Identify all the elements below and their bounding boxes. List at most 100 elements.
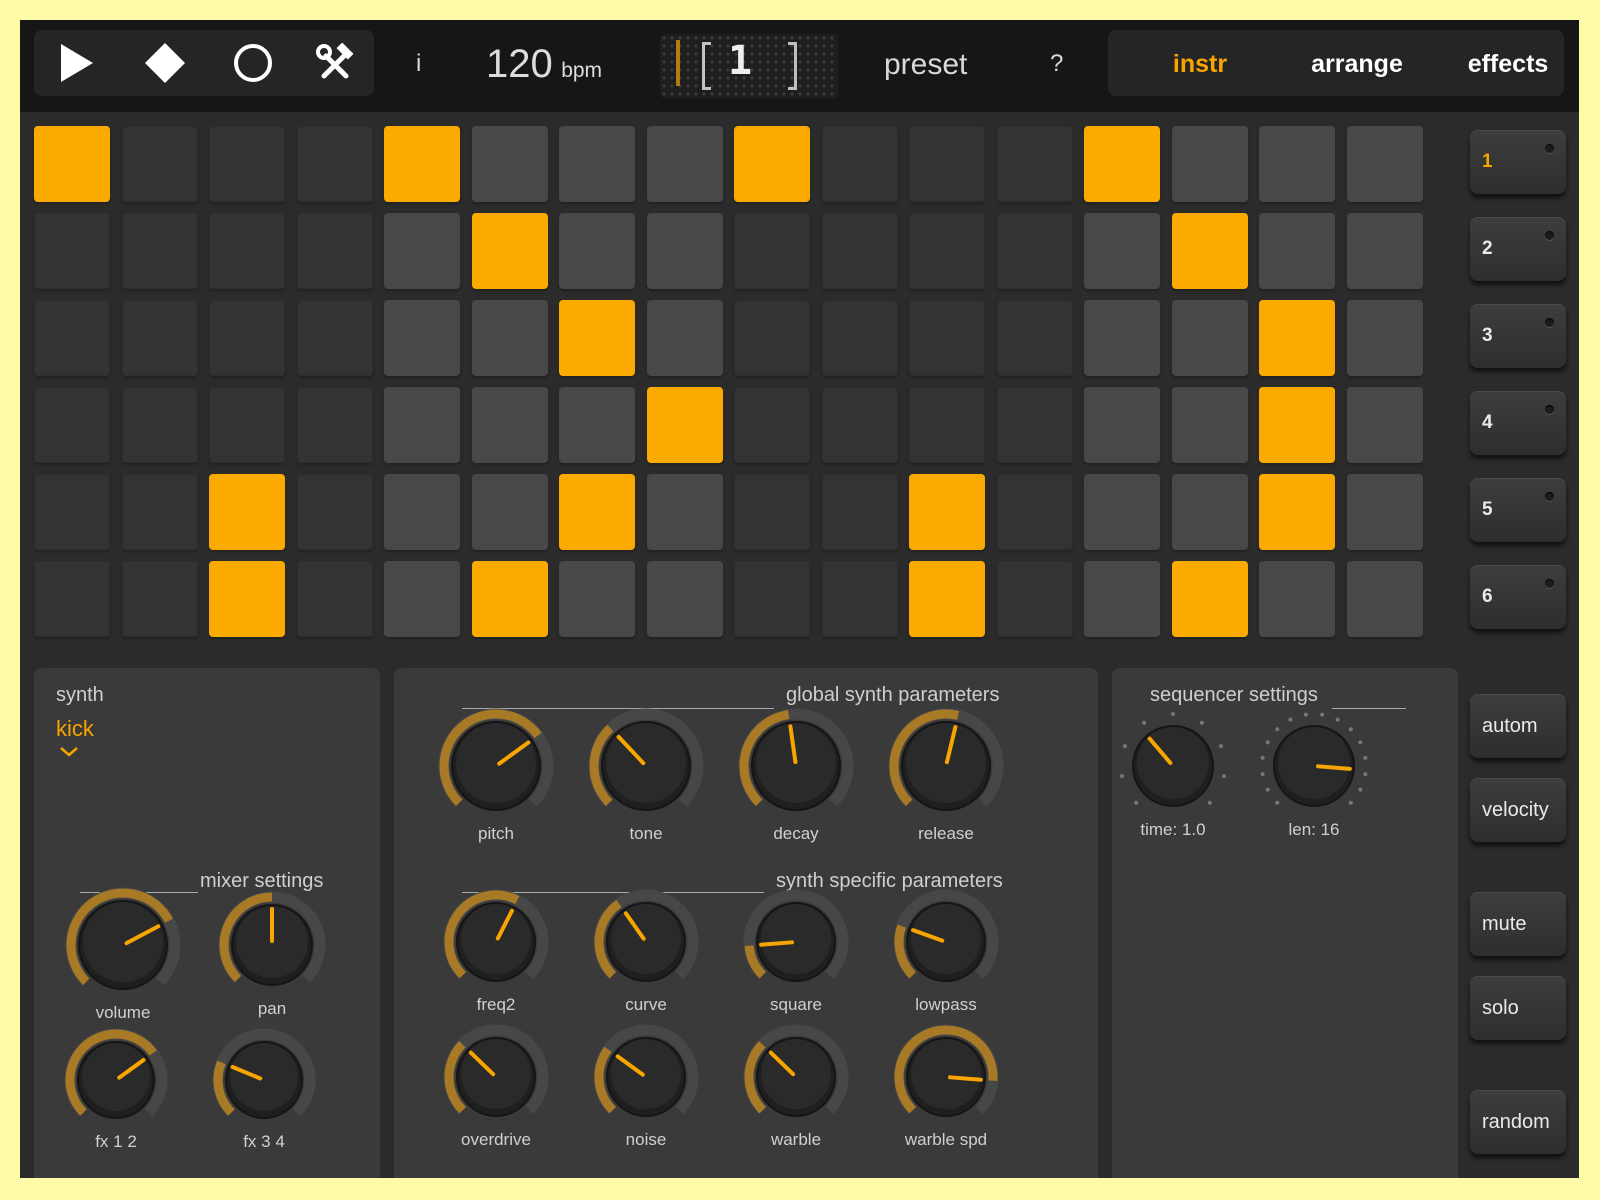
velocity-button[interactable]: velocity	[1470, 778, 1566, 842]
tempo-display[interactable]: 120 bpm	[486, 42, 602, 87]
step-pad[interactable]	[297, 126, 373, 202]
fx-3-4-knob[interactable]	[208, 1024, 320, 1136]
step-pad[interactable]	[34, 300, 110, 376]
step-pad[interactable]	[997, 474, 1073, 550]
step-pad[interactable]	[997, 213, 1073, 289]
step-pad[interactable]	[559, 300, 635, 376]
fx-1-2-knob[interactable]	[60, 1024, 172, 1136]
noise-knob[interactable]	[589, 1020, 703, 1134]
step-pad[interactable]	[997, 126, 1073, 202]
step-pad[interactable]	[472, 126, 548, 202]
step-pad[interactable]	[472, 561, 548, 637]
step-pad[interactable]	[559, 126, 635, 202]
step-pad[interactable]	[909, 561, 985, 637]
step-pad[interactable]	[1084, 474, 1160, 550]
step-pad[interactable]	[734, 126, 810, 202]
step-pad[interactable]	[1347, 474, 1423, 550]
release-knob[interactable]	[884, 704, 1008, 828]
step-pad[interactable]	[1259, 126, 1335, 202]
step-pad[interactable]	[822, 126, 898, 202]
step-pad[interactable]	[384, 300, 460, 376]
volume-knob[interactable]	[61, 883, 185, 1007]
step-pad[interactable]	[297, 300, 373, 376]
step-pad[interactable]	[384, 126, 460, 202]
step-pad[interactable]	[122, 561, 198, 637]
step-pad[interactable]	[472, 300, 548, 376]
step-pad[interactable]	[559, 387, 635, 463]
step-pad[interactable]	[34, 387, 110, 463]
step-pad[interactable]	[297, 561, 373, 637]
step-pad[interactable]	[1347, 126, 1423, 202]
overdrive-knob[interactable]	[439, 1020, 553, 1134]
step-pad[interactable]	[384, 213, 460, 289]
step-pad[interactable]	[997, 300, 1073, 376]
tab-instr[interactable]: instr	[1130, 36, 1270, 92]
help-button[interactable]: ?	[1050, 50, 1063, 78]
mute-button[interactable]: mute	[1470, 892, 1566, 956]
step-pad[interactable]	[734, 561, 810, 637]
step-pad[interactable]	[559, 474, 635, 550]
pitch-knob[interactable]	[434, 704, 558, 828]
step-pad[interactable]	[909, 300, 985, 376]
step-pad[interactable]	[1347, 213, 1423, 289]
step-pad[interactable]	[734, 387, 810, 463]
step-pad[interactable]	[209, 387, 285, 463]
step-pad[interactable]	[122, 387, 198, 463]
tab-effects[interactable]: effects	[1438, 36, 1578, 92]
sequencer-time-knob[interactable]	[1115, 708, 1231, 824]
step-pad[interactable]	[647, 213, 723, 289]
step-pad[interactable]	[384, 561, 460, 637]
step-pad[interactable]	[34, 126, 110, 202]
solo-button[interactable]: solo	[1470, 976, 1566, 1040]
track-button-5[interactable]: 5	[1470, 478, 1566, 542]
step-pad[interactable]	[1259, 387, 1335, 463]
play-button[interactable]	[38, 30, 116, 96]
step-pad[interactable]	[209, 561, 285, 637]
step-pad[interactable]	[909, 387, 985, 463]
step-pad[interactable]	[734, 213, 810, 289]
step-pad[interactable]	[1084, 213, 1160, 289]
step-pad[interactable]	[734, 300, 810, 376]
step-pad[interactable]	[472, 387, 548, 463]
info-button[interactable]: i	[416, 50, 421, 78]
step-pad[interactable]	[1347, 561, 1423, 637]
sequencer-length-knob[interactable]	[1256, 708, 1372, 824]
step-pad[interactable]	[909, 213, 985, 289]
step-pad[interactable]	[1259, 300, 1335, 376]
autom-button[interactable]: autom	[1470, 694, 1566, 758]
step-pad[interactable]	[472, 213, 548, 289]
step-pad[interactable]	[1172, 126, 1248, 202]
step-pad[interactable]	[822, 387, 898, 463]
step-pad[interactable]	[1259, 213, 1335, 289]
step-pad[interactable]	[909, 474, 985, 550]
step-pad[interactable]	[1084, 387, 1160, 463]
preset-button[interactable]: preset	[884, 48, 967, 82]
step-pad[interactable]	[559, 213, 635, 289]
tab-arrange[interactable]: arrange	[1282, 36, 1432, 92]
step-pad[interactable]	[297, 387, 373, 463]
step-pad[interactable]	[1172, 300, 1248, 376]
track-button-3[interactable]: 3	[1470, 304, 1566, 368]
step-pad[interactable]	[122, 213, 198, 289]
step-pad[interactable]	[1347, 387, 1423, 463]
random-button[interactable]: random	[1470, 1090, 1566, 1154]
step-pad[interactable]	[1172, 474, 1248, 550]
step-pad[interactable]	[34, 561, 110, 637]
warble-knob[interactable]	[739, 1020, 853, 1134]
freq2-knob[interactable]	[439, 885, 553, 999]
step-pad[interactable]	[384, 474, 460, 550]
step-pad[interactable]	[472, 474, 548, 550]
step-pad[interactable]	[34, 474, 110, 550]
step-pad[interactable]	[822, 213, 898, 289]
step-pad[interactable]	[209, 126, 285, 202]
step-pad[interactable]	[1084, 561, 1160, 637]
step-pad[interactable]	[647, 126, 723, 202]
step-pad[interactable]	[1084, 300, 1160, 376]
step-pad[interactable]	[822, 474, 898, 550]
tone-knob[interactable]	[584, 704, 708, 828]
track-button-2[interactable]: 2	[1470, 217, 1566, 281]
step-pad[interactable]	[997, 387, 1073, 463]
step-pad[interactable]	[822, 300, 898, 376]
square-knob[interactable]	[739, 885, 853, 999]
warble-spd-knob[interactable]	[889, 1020, 1003, 1134]
